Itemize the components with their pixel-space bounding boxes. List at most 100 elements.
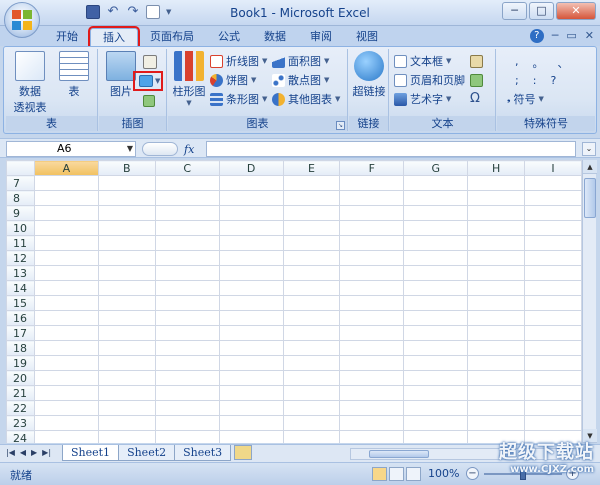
formula-input[interactable] (206, 141, 576, 157)
symbol-row-1[interactable]: ,。、 (515, 55, 569, 71)
cell[interactable] (218, 190, 284, 206)
cell[interactable] (154, 175, 220, 191)
wordart-button[interactable]: 艺术字 ▼ (394, 91, 451, 108)
scatter-chart-button[interactable]: 散点图 ▼ (272, 72, 329, 89)
sheet-tab-1[interactable]: Sheet1 (62, 445, 120, 461)
ribbon-minimize-icon[interactable]: ─ (552, 29, 559, 43)
cell[interactable] (524, 220, 582, 236)
row-header[interactable]: 8 (6, 190, 35, 206)
cell[interactable] (154, 370, 220, 386)
cell[interactable] (339, 265, 405, 281)
cell[interactable] (97, 205, 156, 221)
zoom-level[interactable]: 100% (428, 467, 459, 480)
row-header[interactable]: 12 (6, 250, 35, 266)
name-box[interactable]: A6 ▼ (6, 141, 136, 157)
cell[interactable] (97, 400, 156, 416)
cell[interactable] (218, 235, 284, 251)
cell[interactable] (33, 280, 99, 296)
cell[interactable] (97, 385, 156, 401)
cell[interactable] (33, 415, 99, 431)
tab-insert[interactable]: 插入 (88, 26, 140, 48)
cell[interactable] (339, 235, 405, 251)
cell[interactable] (403, 190, 469, 206)
line-chart-button[interactable]: 折线图 ▼ (210, 53, 267, 70)
cell[interactable] (154, 310, 220, 326)
vertical-scroll-thumb[interactable] (584, 178, 596, 218)
cell[interactable] (524, 340, 582, 356)
cell[interactable] (467, 385, 526, 401)
row-header[interactable]: 15 (6, 295, 35, 311)
cell[interactable] (339, 400, 405, 416)
ribbon-restore-icon[interactable]: ▭ (566, 29, 576, 43)
cell[interactable] (467, 325, 526, 341)
help-icon[interactable]: ? (529, 29, 544, 43)
cell[interactable] (524, 190, 582, 206)
cell[interactable] (218, 415, 284, 431)
cell[interactable] (218, 370, 284, 386)
cell[interactable] (218, 250, 284, 266)
cell[interactable] (33, 430, 99, 443)
cell[interactable] (339, 340, 405, 356)
cell[interactable] (467, 280, 526, 296)
cell[interactable] (339, 370, 405, 386)
cell[interactable] (97, 370, 156, 386)
cell[interactable] (524, 205, 582, 221)
cell[interactable] (33, 370, 99, 386)
cell[interactable] (403, 325, 469, 341)
cell[interactable] (154, 205, 220, 221)
zoom-out-icon[interactable]: − (466, 467, 479, 480)
clip-art-icon[interactable] (143, 55, 157, 69)
cell[interactable] (403, 355, 469, 371)
cell[interactable] (97, 220, 156, 236)
cell[interactable] (524, 370, 582, 386)
shapes-icon[interactable] (139, 75, 153, 87)
cell[interactable] (33, 385, 99, 401)
cell[interactable] (403, 205, 469, 221)
cell[interactable] (97, 250, 156, 266)
cell[interactable] (154, 385, 220, 401)
tab-data[interactable]: 数据 (252, 28, 298, 46)
cell[interactable] (467, 415, 526, 431)
select-all-corner[interactable] (6, 160, 35, 176)
column-header[interactable]: A (33, 160, 99, 176)
cell[interactable] (339, 355, 405, 371)
cell[interactable] (218, 280, 284, 296)
symbol-button[interactable]: ❟ 符号 ▼ (507, 91, 544, 108)
cell[interactable] (282, 370, 341, 386)
cell[interactable] (403, 235, 469, 251)
cell[interactable] (97, 265, 156, 281)
row-header[interactable]: 17 (6, 325, 35, 341)
cell[interactable] (403, 430, 469, 443)
smartart-icon[interactable] (143, 95, 155, 107)
signature-line-icon[interactable] (470, 55, 483, 68)
other-charts-button[interactable]: 其他图表 ▼ (272, 91, 340, 108)
cell[interactable] (218, 340, 284, 356)
row-header[interactable]: 14 (6, 280, 35, 296)
cell[interactable] (154, 265, 220, 281)
cell[interactable] (403, 400, 469, 416)
cell[interactable] (467, 310, 526, 326)
cell[interactable] (33, 265, 99, 281)
cell[interactable] (403, 175, 469, 191)
cell[interactable] (467, 340, 526, 356)
cell[interactable] (97, 430, 156, 443)
scroll-up-icon[interactable]: ▲ (583, 160, 597, 174)
cell[interactable] (524, 325, 582, 341)
cell[interactable] (403, 415, 469, 431)
column-header[interactable]: E (282, 160, 341, 176)
cell[interactable] (154, 355, 220, 371)
cell[interactable] (97, 355, 156, 371)
cell[interactable] (154, 325, 220, 341)
cell[interactable] (467, 175, 526, 191)
cell[interactable] (282, 325, 341, 341)
table-button[interactable]: 表 (54, 51, 94, 99)
cell[interactable] (467, 265, 526, 281)
cell[interactable] (403, 310, 469, 326)
textbox-button[interactable]: 文本框 ▼ (394, 53, 451, 70)
cell[interactable] (154, 190, 220, 206)
cell[interactable] (339, 175, 405, 191)
pie-chart-button[interactable]: 饼图 ▼ (210, 72, 256, 89)
cell[interactable] (218, 310, 284, 326)
cell[interactable] (524, 175, 582, 191)
cell[interactable] (282, 235, 341, 251)
